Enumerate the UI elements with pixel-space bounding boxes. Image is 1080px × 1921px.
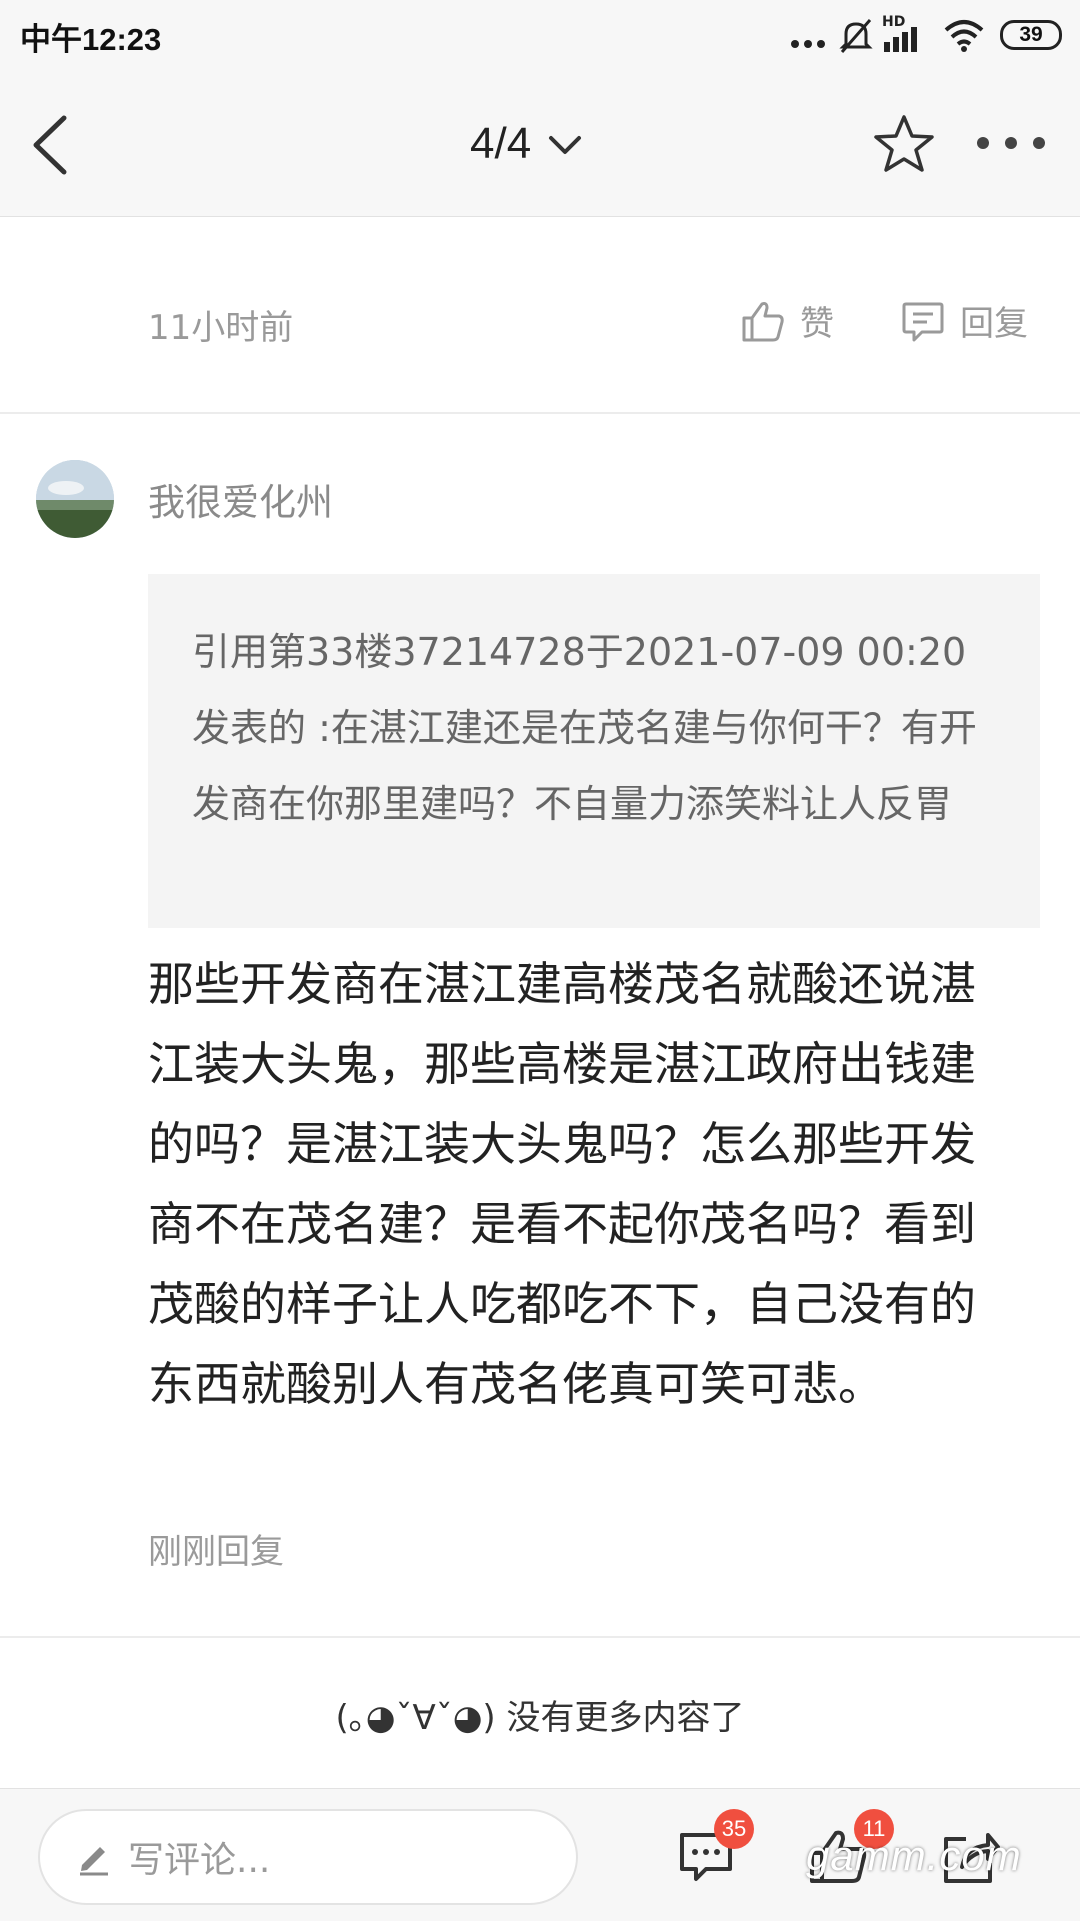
wifi-icon (944, 20, 984, 52)
comment-body: 那些开发商在湛江建高楼茂名就酸还说湛江装大头鬼，那些高楼是湛江政府出钱建的吗？是… (148, 957, 976, 1411)
status-bar: 中午12:23 HD 39 (0, 0, 1080, 72)
comments-button[interactable]: 35 (674, 1789, 774, 1921)
thumbs-up-icon (742, 301, 784, 341)
page-number: 4/4 (470, 119, 532, 168)
end-of-list-message: (｡◕ˇ∀ˇ◕) 没有更多内容了 (335, 1698, 745, 1738)
like-button[interactable]: 赞 (740, 296, 834, 345)
pencil-icon (80, 1847, 108, 1876)
divider (0, 412, 1080, 414)
comment-input[interactable]: 写评论... (38, 1809, 578, 1905)
watermark: gamm.com (806, 1832, 1022, 1879)
mute-bell-icon (839, 19, 873, 53)
username[interactable]: 我很爱化州 (148, 472, 333, 526)
signal-icon (884, 27, 917, 52)
previous-comment-time: 11小时前 (148, 308, 294, 348)
quote-text: 引用第33楼37214728于2021-07-09 00:20发表的 :在湛江建… (192, 630, 977, 826)
reply-bubble-icon (902, 302, 944, 341)
chevron-down-icon (549, 136, 582, 154)
reply-button[interactable]: 回复 (900, 296, 1028, 345)
like-label: 赞 (800, 304, 834, 344)
battery-indicator: 39 (1000, 20, 1062, 50)
reply-status: 刚刚回复 (148, 1532, 284, 1572)
divider (0, 1636, 1080, 1638)
page-selector[interactable]: 4/4 (470, 114, 585, 174)
avatar[interactable] (36, 460, 114, 538)
comment-placeholder: 写评论... (128, 1840, 271, 1881)
more-dots-icon (791, 40, 825, 48)
status-time: 中午12:23 (20, 22, 162, 57)
quote-block: 引用第33楼37214728于2021-07-09 00:20发表的 :在湛江建… (148, 574, 1040, 928)
reply-label: 回复 (960, 304, 1028, 344)
favorite-star-icon[interactable] (872, 112, 936, 176)
more-options-icon[interactable] (974, 128, 1048, 158)
back-icon[interactable] (24, 110, 84, 180)
comment-count-badge: 35 (714, 1809, 754, 1849)
top-nav-bar: 4/4 (0, 72, 1080, 217)
